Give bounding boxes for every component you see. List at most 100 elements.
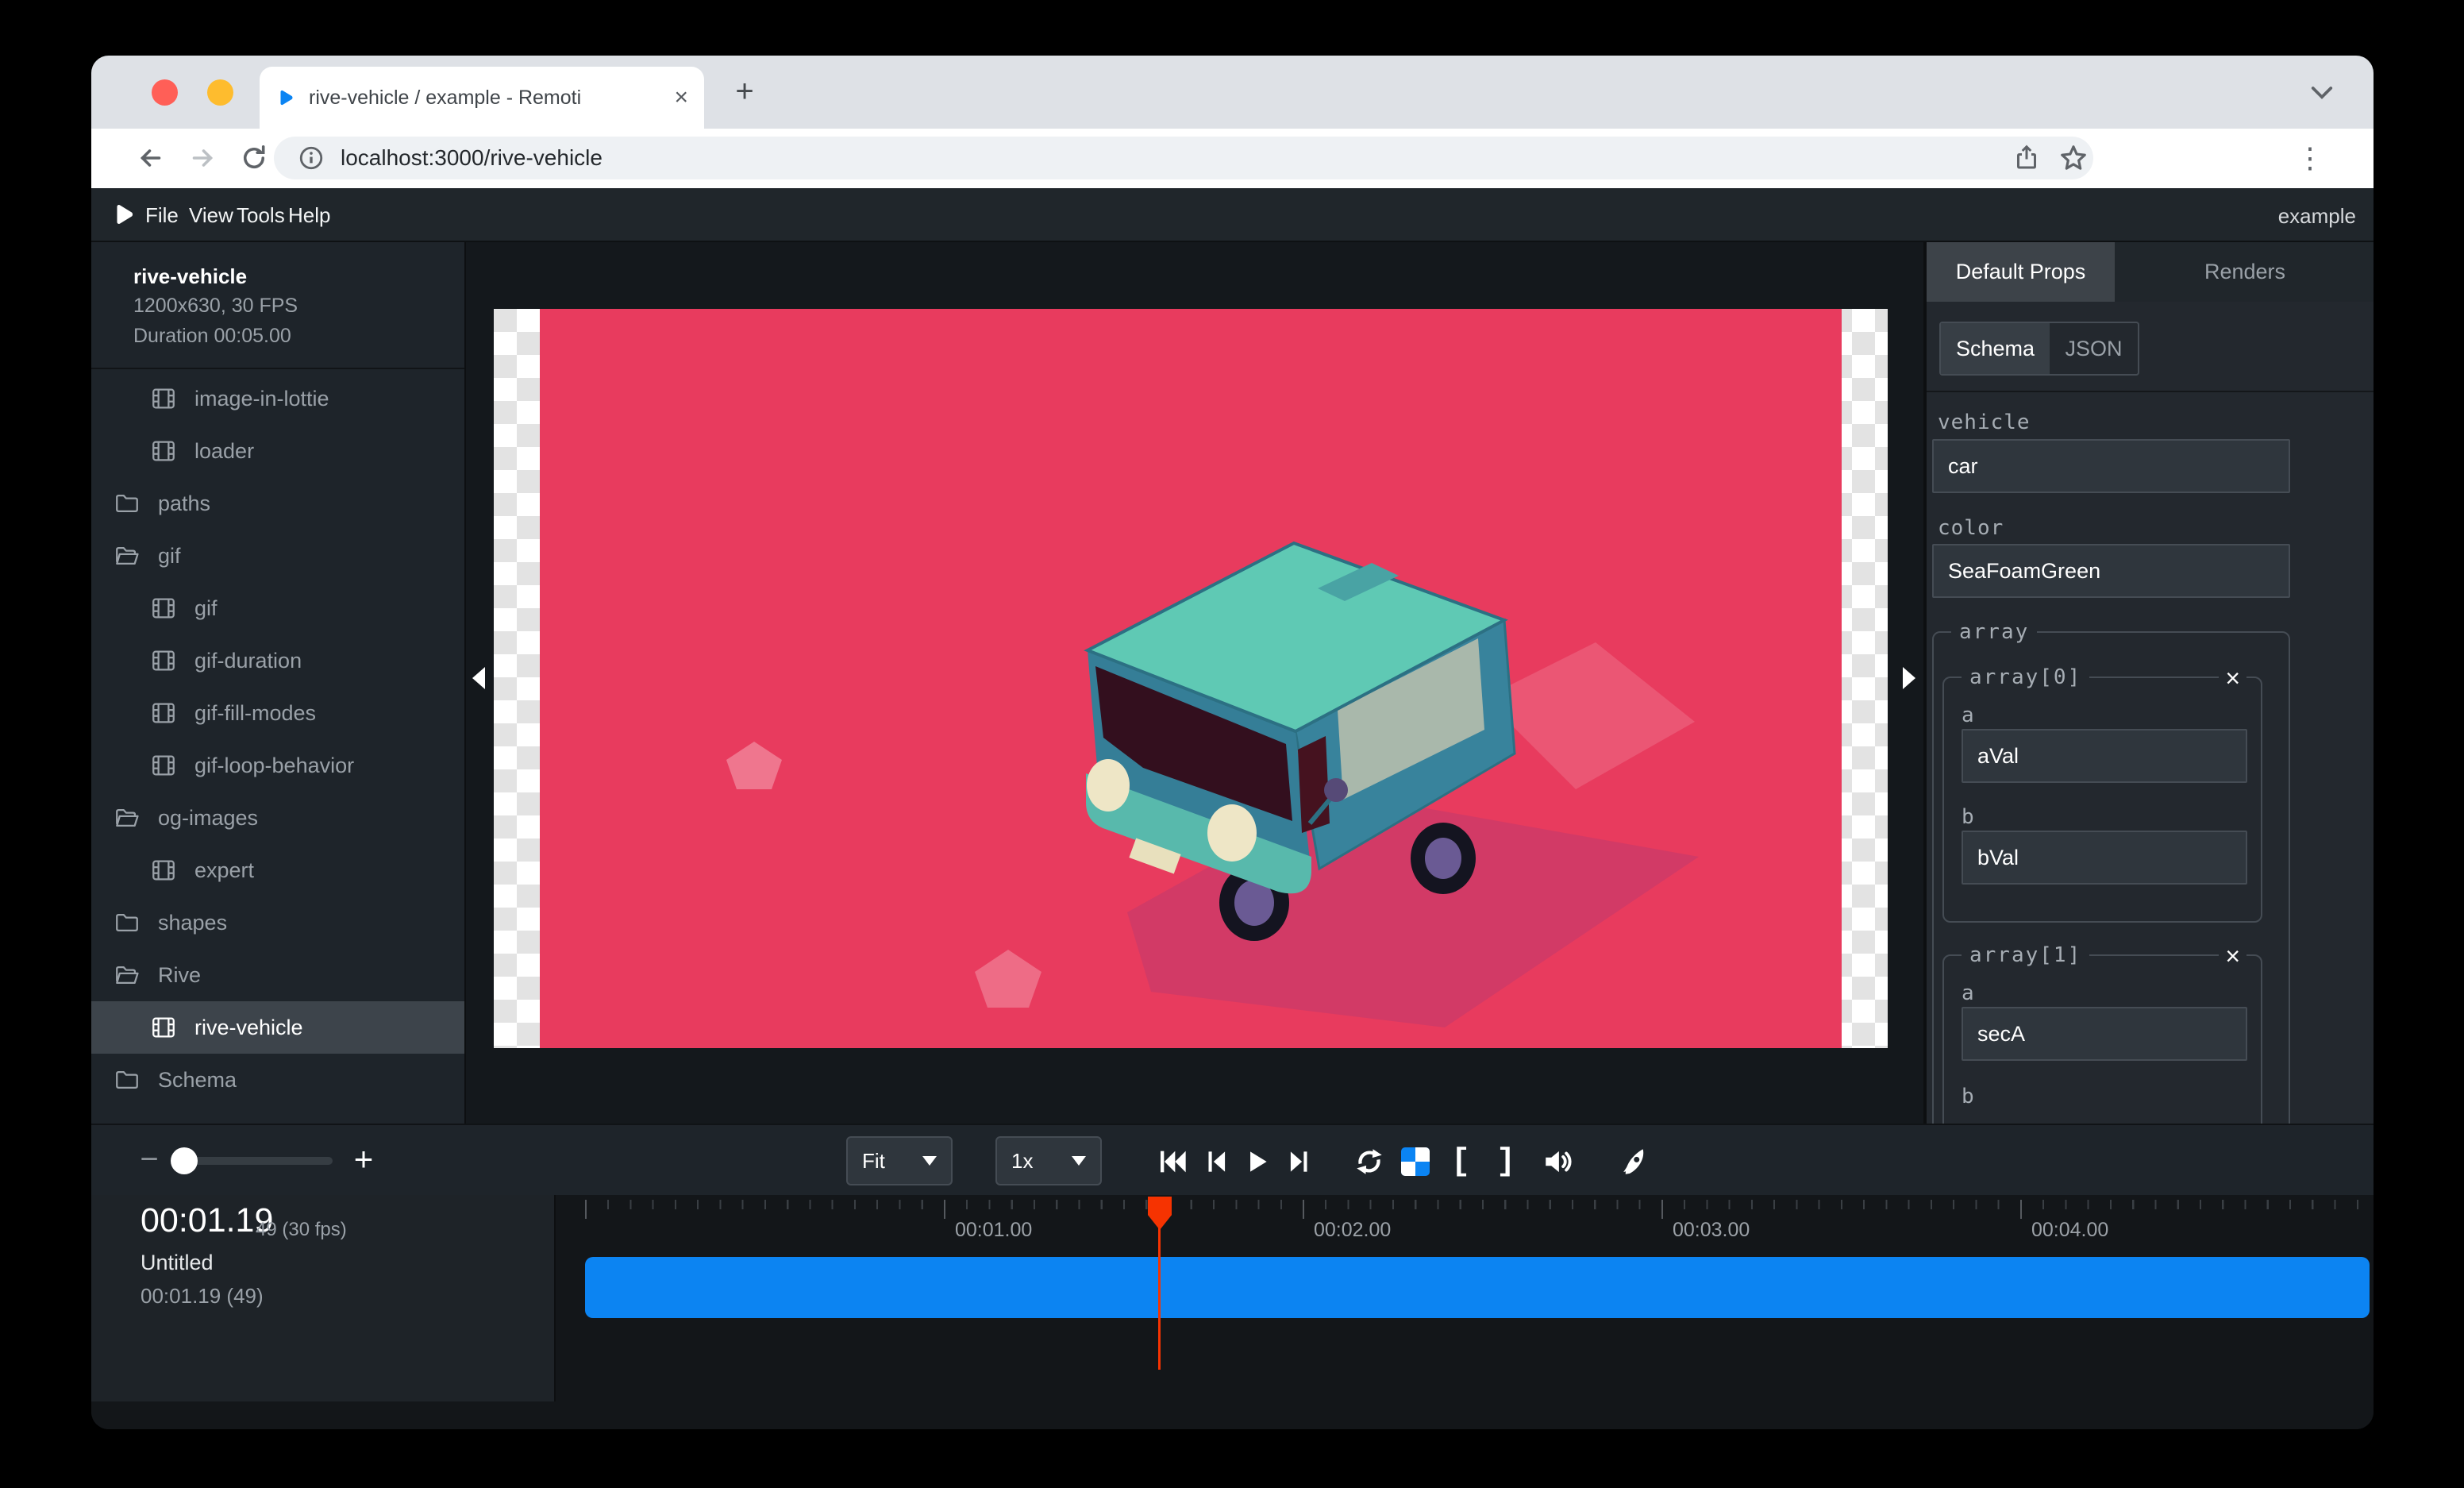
field-label-a: a [1962, 981, 1975, 1005]
vehicle-input[interactable]: car [1932, 439, 2290, 493]
array-fieldset: array array[0] × a aVal b bVal array[1] … [1932, 631, 2290, 1124]
forward-icon[interactable] [183, 138, 222, 178]
render-rocket-icon[interactable] [1616, 1143, 1654, 1181]
remotion-logo-icon [110, 201, 137, 228]
current-timecode: 00:01.19 [141, 1201, 273, 1240]
transparency-checker-toggle-icon[interactable] [1396, 1143, 1434, 1181]
out-bracket-glyph: ] [1496, 1144, 1515, 1180]
sidebar-item-gif-loop-behavior[interactable]: gif-loop-behavior [91, 739, 464, 792]
color-input[interactable]: SeaFoamGreen [1932, 544, 2290, 598]
sidebar-item-gif[interactable]: gif [91, 582, 464, 634]
sidebar-item-gif-fill-modes[interactable]: gif-fill-modes [91, 687, 464, 739]
loop-icon[interactable] [1350, 1143, 1388, 1181]
sidebar-folder-rive[interactable]: Rive [91, 949, 464, 1001]
sidebar-folder-shapes[interactable]: shapes [91, 896, 464, 949]
sidebar-item-rive-vehicle[interactable]: rive-vehicle [91, 1001, 464, 1054]
share-icon[interactable] [2012, 144, 2041, 172]
folder-open-icon [114, 804, 141, 831]
sidebar-item-gif-duration[interactable]: gif-duration [91, 634, 464, 687]
film-icon [150, 1014, 177, 1041]
remove-array-0-icon[interactable]: × [2219, 665, 2246, 691]
playhead-pin[interactable] [1148, 1197, 1172, 1230]
sidebar-folder-schema[interactable]: Schema [91, 1054, 464, 1106]
toggle-json[interactable]: JSON [2050, 323, 2138, 374]
schema-json-toggle: Schema JSON [1939, 322, 2139, 376]
zoom-slider[interactable] [180, 1157, 333, 1165]
menu-view[interactable]: View [189, 203, 233, 228]
app-menu-bar: File View Tools Help example [91, 188, 2374, 242]
sidebar-item-label: shapes [158, 911, 227, 935]
chevron-down-icon [1072, 1156, 1086, 1166]
fit-dropdown[interactable]: Fit [846, 1136, 953, 1185]
zoom-slider-knob[interactable] [171, 1147, 198, 1174]
timeline-track[interactable] [585, 1257, 2370, 1318]
sidebar-item-label: gif-duration [194, 649, 302, 673]
film-icon [150, 438, 177, 465]
reload-icon[interactable] [234, 138, 274, 178]
browser-tab[interactable]: rive-vehicle / example - Remoti × [260, 67, 704, 129]
previous-frame-icon[interactable] [1197, 1143, 1235, 1181]
url-input[interactable]: localhost:3000/rive-vehicle [274, 137, 2093, 179]
ruler-label: 00:01.00 [955, 1219, 1032, 1242]
jump-to-start-icon[interactable] [1153, 1143, 1192, 1181]
menu-tools[interactable]: Tools [237, 203, 285, 228]
sidebar-folder-paths[interactable]: paths [91, 477, 464, 530]
tab-search-chevron-icon[interactable] [2310, 84, 2334, 100]
timeline-area[interactable]: 00:01.19 49 (30 fps) Untitled 00:01.19 (… [91, 1195, 2374, 1429]
array-0-a-input[interactable]: aVal [1962, 729, 2247, 783]
tab-renders[interactable]: Renders [2115, 242, 2374, 302]
sidebar-item-label: gif [158, 544, 181, 569]
new-tab-button[interactable]: + [726, 73, 763, 110]
folder-closed-icon [114, 490, 141, 517]
in-point-icon[interactable]: [ [1442, 1143, 1480, 1181]
project-name: example [2278, 204, 2356, 229]
folder-open-icon [114, 962, 141, 989]
menu-file[interactable]: File [145, 203, 179, 228]
volume-icon[interactable] [1539, 1143, 1577, 1181]
timeline-ruler[interactable] [585, 1200, 2374, 1219]
current-frame-info: 49 (30 fps) [256, 1219, 347, 1241]
array-legend: array [1951, 620, 2037, 644]
next-frame-icon[interactable] [1280, 1143, 1319, 1181]
play-icon[interactable] [1238, 1143, 1276, 1181]
speed-dropdown[interactable]: 1x [995, 1136, 1102, 1185]
sidebar-item-loader[interactable]: loader [91, 425, 464, 477]
zoom-in-button[interactable]: + [344, 1139, 383, 1179]
back-icon[interactable] [131, 138, 171, 178]
sidebar-item-expert[interactable]: expert [91, 844, 464, 896]
tab-close-icon[interactable]: × [674, 86, 688, 110]
sidebar-folder-og-images[interactable]: og-images [91, 792, 464, 844]
field-label-vehicle: vehicle [1938, 411, 2031, 434]
zoom-out-button[interactable]: − [129, 1139, 169, 1179]
playhead-line [1158, 1227, 1161, 1370]
remove-array-1-icon[interactable]: × [2219, 943, 2246, 969]
sidebar-item-label: og-images [158, 806, 258, 831]
sidebar-folder-gif[interactable]: gif [91, 530, 464, 582]
remotion-favicon-icon [275, 87, 296, 108]
sidebar-item-label: image-in-lottie [194, 387, 329, 411]
speed-dropdown-value: 1x [1011, 1149, 1033, 1174]
toggle-schema[interactable]: Schema [1941, 323, 2050, 374]
film-icon [150, 700, 177, 727]
field-label-b: b [1962, 1085, 1975, 1108]
array-1-a-input[interactable]: secA [1962, 1007, 2247, 1061]
tab-default-props[interactable]: Default Props [1927, 242, 2115, 302]
collapse-left-panel-icon[interactable] [472, 667, 485, 689]
browser-menu-icon[interactable]: ⋮ [2290, 138, 2330, 178]
close-window-button[interactable] [152, 79, 178, 106]
compositions-sidebar: rive-vehicle 1200x630, 30 FPS Duration 0… [91, 242, 464, 1124]
film-icon [150, 857, 177, 884]
field-label-b: b [1962, 805, 1975, 829]
array-1-fieldset: array[1] × a secA b [1942, 954, 2262, 1124]
preview-canvas-area [464, 242, 1925, 1124]
out-point-icon[interactable]: ] [1487, 1143, 1525, 1181]
site-info-icon[interactable] [298, 145, 325, 172]
sidebar-item-image-in-lottie[interactable]: image-in-lottie [91, 372, 464, 425]
collapse-right-panel-icon[interactable] [1903, 667, 1915, 689]
bookmark-star-icon[interactable] [2058, 143, 2089, 173]
minimize-window-button[interactable] [207, 79, 233, 106]
array-0-b-input[interactable]: bVal [1962, 831, 2247, 885]
composition-list: image-in-lottie loader paths gif gif [91, 372, 464, 1106]
menu-help[interactable]: Help [288, 203, 330, 228]
sidebar-item-label: Schema [158, 1068, 237, 1093]
